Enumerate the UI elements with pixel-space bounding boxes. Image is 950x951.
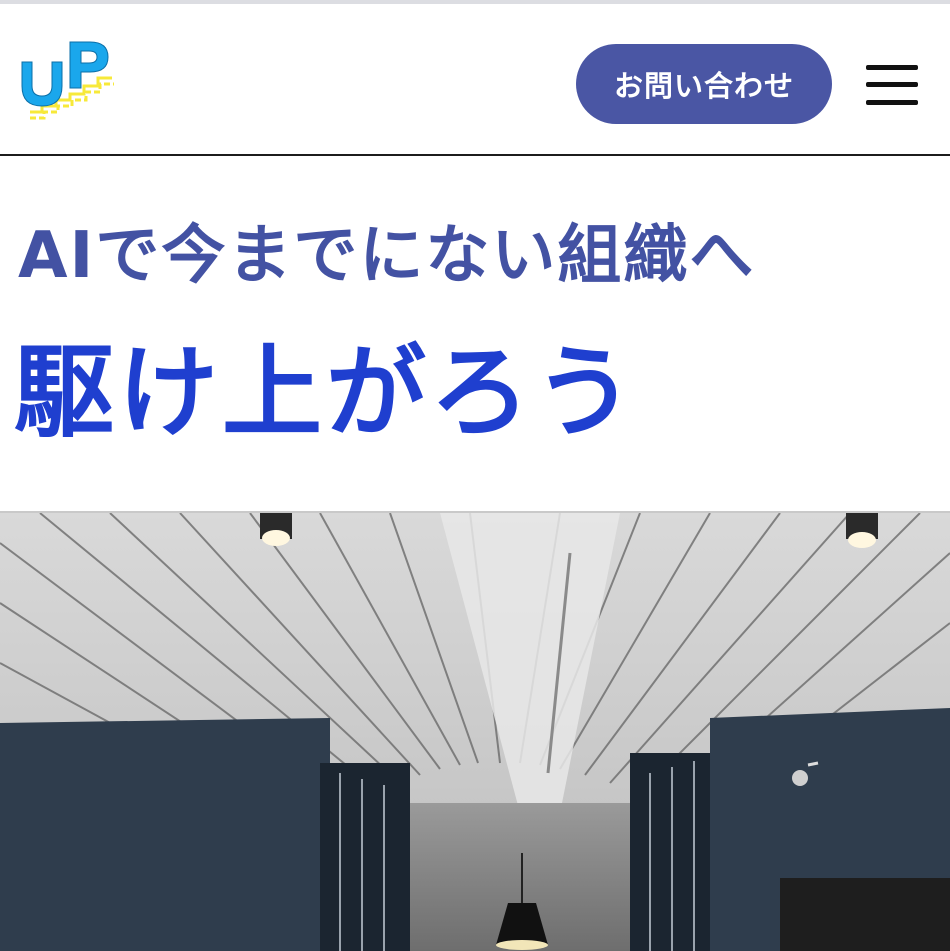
office-corridor-image (0, 513, 950, 951)
logo-graphic (21, 41, 114, 120)
menu-bar (866, 65, 918, 70)
up-logo[interactable] (16, 34, 120, 126)
hero-section: AIで今までにない組織へ 駆け上がろう (0, 156, 950, 510)
hero-photo (0, 513, 950, 951)
hamburger-menu-icon[interactable] (866, 65, 918, 105)
site-header: お問い合わせ (0, 4, 950, 156)
menu-bar (866, 100, 918, 105)
contact-button[interactable]: お問い合わせ (576, 44, 832, 124)
hero-tagline: AIで今までにない組織へ (18, 219, 756, 293)
menu-bar (866, 82, 918, 87)
hero-headline: 駆け上がろう (14, 333, 638, 451)
